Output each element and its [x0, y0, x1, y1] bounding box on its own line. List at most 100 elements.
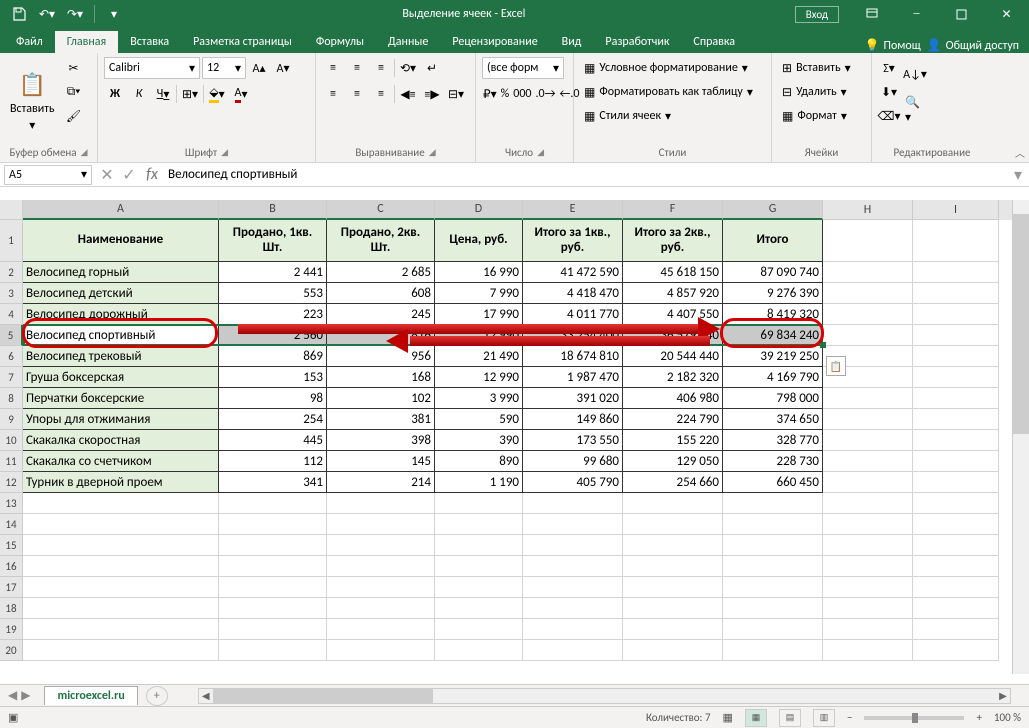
cell[interactable] [913, 262, 999, 283]
cell[interactable]: 149 860 [523, 409, 623, 430]
launcher-icon[interactable]: ◢ [81, 147, 88, 158]
expand-formula-icon[interactable]: ▾ [1007, 165, 1029, 185]
cell[interactable]: 2 560 [219, 325, 327, 346]
cell[interactable] [823, 304, 913, 325]
launcher-icon[interactable]: ◢ [429, 147, 436, 158]
col-header[interactable]: H [823, 200, 913, 220]
cell[interactable]: 17 990 [435, 304, 523, 325]
cell[interactable] [523, 598, 623, 619]
cell[interactable] [327, 535, 435, 556]
sheet-nav-next-icon[interactable]: ▶ [21, 688, 30, 703]
ribbon-options-icon[interactable] [849, 0, 894, 28]
cell[interactable]: 145 [327, 451, 435, 472]
cell[interactable] [913, 325, 999, 346]
cell[interactable]: 4 011 770 [523, 304, 623, 325]
cell[interactable] [723, 493, 823, 514]
font-color-icon[interactable]: A▾ [230, 83, 252, 105]
cell[interactable]: Продано, 1кв. Шт. [219, 220, 327, 262]
cell[interactable] [435, 619, 523, 640]
cell[interactable] [823, 640, 913, 661]
clear-icon[interactable]: ⌫▾ [878, 105, 900, 127]
cell[interactable]: 445 [219, 430, 327, 451]
cell[interactable]: 112 [219, 451, 327, 472]
cell[interactable] [823, 619, 913, 640]
cell[interactable] [913, 535, 999, 556]
cell[interactable]: 36 579 840 [623, 325, 723, 346]
cell[interactable] [913, 619, 999, 640]
cell[interactable]: Продано, 2кв. Шт. [327, 220, 435, 262]
cell[interactable]: 9 276 390 [723, 283, 823, 304]
sheet-tab[interactable]: microexcel.ru [44, 686, 137, 705]
cell[interactable]: 224 790 [623, 409, 723, 430]
cell[interactable] [435, 493, 523, 514]
zoom-level[interactable]: 100 % [994, 711, 1021, 724]
row-header[interactable]: 6 [0, 346, 23, 367]
cell[interactable] [723, 556, 823, 577]
cell[interactable]: 39 219 250 [723, 346, 823, 367]
cut-icon[interactable]: ✂ [63, 57, 85, 79]
row-header[interactable]: 12 [0, 472, 23, 493]
cell[interactable] [219, 514, 327, 535]
cell[interactable]: 12 990 [435, 367, 523, 388]
cell[interactable] [913, 430, 999, 451]
cell[interactable]: 3 990 [435, 388, 523, 409]
cell[interactable] [723, 514, 823, 535]
cell[interactable] [913, 577, 999, 598]
tab-данные[interactable]: Данные [376, 31, 440, 53]
cell[interactable]: 2 182 320 [623, 367, 723, 388]
cell[interactable]: Велосипед трековый [23, 346, 219, 367]
cell[interactable] [327, 598, 435, 619]
cell[interactable] [435, 514, 523, 535]
align-middle-icon[interactable]: ≡ [346, 57, 368, 79]
spreadsheet-grid[interactable]: ABCDEFGHI 123456789101112131415161718192… [0, 200, 1029, 674]
row-header[interactable]: 7 [0, 367, 23, 388]
cell[interactable] [623, 535, 723, 556]
cell[interactable]: 553 [219, 283, 327, 304]
col-header[interactable]: D [435, 200, 523, 220]
cell[interactable]: 173 550 [523, 430, 623, 451]
orientation-icon[interactable]: ⟲▾ [397, 57, 419, 79]
number-format-combo[interactable]: (все форм▾ [482, 57, 564, 79]
format-table-button[interactable]: ▦ Форматировать как таблицу▾ [580, 81, 765, 103]
cell[interactable] [23, 535, 219, 556]
tell-me-icon[interactable]: 💡 Помощ [865, 38, 921, 53]
cell[interactable] [823, 493, 913, 514]
cell[interactable]: 214 [327, 472, 435, 493]
cell[interactable] [327, 556, 435, 577]
minimize-icon[interactable]: ─ [894, 0, 939, 28]
cell[interactable]: 129 050 [623, 451, 723, 472]
grow-font-icon[interactable]: A▴ [248, 57, 270, 79]
cell[interactable] [435, 556, 523, 577]
currency-icon[interactable]: ₽▾ [482, 83, 498, 105]
tab-вставка[interactable]: Вставка [118, 31, 181, 53]
cell[interactable] [823, 409, 913, 430]
select-all-corner[interactable] [0, 200, 23, 220]
cell[interactable] [823, 220, 913, 262]
underline-button[interactable]: Ч▾ [152, 83, 174, 105]
cell[interactable]: Турник в дверной проем [23, 472, 219, 493]
cell[interactable]: 590 [435, 409, 523, 430]
view-normal-icon[interactable]: ▦ [745, 709, 767, 727]
cell[interactable]: 398 [327, 430, 435, 451]
tab-разметка страницы[interactable]: Разметка страницы [181, 31, 304, 53]
copy-icon[interactable]: ⧉▾ [63, 81, 85, 103]
cell[interactable] [219, 556, 327, 577]
row-header[interactable]: 1 [0, 220, 23, 262]
formula-input[interactable] [164, 167, 1007, 182]
row-header[interactable]: 11 [0, 451, 23, 472]
cell[interactable] [823, 598, 913, 619]
launcher-icon[interactable]: ◢ [537, 147, 544, 158]
view-page-break-icon[interactable]: ▥ [813, 709, 835, 727]
cell[interactable]: 374 650 [723, 409, 823, 430]
save-icon[interactable] [6, 1, 32, 27]
cell[interactable] [823, 262, 913, 283]
cell[interactable] [723, 577, 823, 598]
cell[interactable] [435, 577, 523, 598]
indent-decrease-icon[interactable]: ◀≡ [397, 83, 419, 105]
row-header[interactable]: 5 [0, 325, 23, 346]
col-header[interactable]: I [913, 200, 999, 220]
cell[interactable] [435, 598, 523, 619]
view-page-layout-icon[interactable]: ▤ [779, 709, 801, 727]
cell[interactable] [913, 493, 999, 514]
sort-filter-icon[interactable]: A↓▾ [904, 57, 926, 91]
